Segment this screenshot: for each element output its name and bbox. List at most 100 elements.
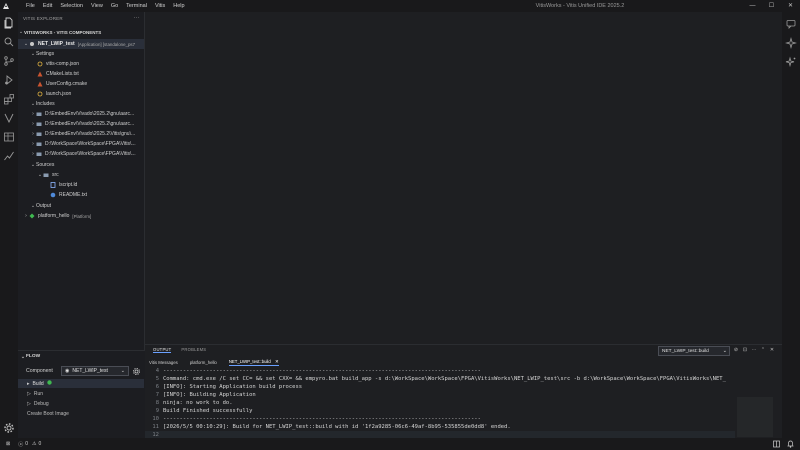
flow-boot-image[interactable]: Create Boot Image: [18, 409, 144, 418]
maximize-button[interactable]: ☐: [762, 0, 781, 12]
tree-include[interactable]: › D:\WorkSpace\WorkSpace\FPGA\Vitis\...: [18, 139, 144, 149]
log-line: 12: [145, 431, 735, 438]
tree-file[interactable]: UserConfig.cmake: [18, 79, 144, 89]
error-count: 0: [25, 441, 28, 447]
explorer-header: VITIS EXPLORER ···: [18, 12, 144, 24]
sparkle-icon[interactable]: [785, 37, 797, 49]
line-text: Command: cmd.exe /C set CC= && set CXX= …: [163, 375, 726, 382]
json-file-icon: [37, 91, 43, 97]
output-log: 4 ---------------------------------------…: [145, 367, 735, 438]
flow-title: FLOW: [26, 354, 41, 359]
section-header[interactable]: ⌄ VITISWORKS - VITIS COMPONENTS: [18, 27, 144, 37]
chat-icon[interactable]: [785, 18, 797, 30]
tree-sources[interactable]: ⌄ Sources: [18, 160, 144, 170]
log-line: 6 [INFO]: Starting Application build proc…: [145, 383, 735, 390]
menu-view[interactable]: View: [87, 0, 107, 12]
flow-item-label: Debug: [33, 400, 49, 407]
component-settings-icon[interactable]: [132, 367, 141, 376]
search-icon[interactable]: [3, 36, 15, 48]
close-button[interactable]: ✕: [781, 0, 800, 12]
line-text: ninja: no work to do.: [163, 399, 233, 406]
close-panel-icon[interactable]: ✕: [769, 347, 775, 354]
tree-file[interactable]: lscript.ld: [18, 180, 144, 190]
notifications-bell-icon[interactable]: [787, 440, 794, 450]
folder-icon: [36, 111, 42, 117]
menu-file[interactable]: File: [22, 0, 39, 12]
tree-include[interactable]: › D:\EmbedEnv\Vivado\2025.2\gnu\aarc...: [18, 109, 144, 119]
maximize-panel-icon[interactable]: ⌃: [760, 347, 766, 354]
component-name: NET_LWIP_test: [38, 41, 75, 47]
file-label: UserConfig.cmake: [46, 81, 88, 87]
minimap[interactable]: [737, 397, 773, 437]
flow-run[interactable]: ▷ Run: [18, 389, 144, 398]
problems-indicator[interactable]: ⓧ 0 ⚠ 0: [18, 441, 41, 448]
build-success-icon: [46, 380, 52, 387]
clear-output-icon[interactable]: ⊘: [733, 347, 739, 354]
extensions-icon[interactable]: [3, 93, 15, 105]
close-icon[interactable]: ✕: [275, 359, 279, 364]
include-path: D:\WorkSpace\WorkSpace\FPGA\Vitis\...: [45, 141, 136, 147]
platform-type: [Platform]: [72, 213, 92, 219]
tree-component[interactable]: ⌄ NET_LWIP_test [Application] [standalon…: [18, 39, 144, 49]
subtab-platform-hello[interactable]: platform_hello: [190, 360, 217, 365]
flow-build[interactable]: ▸ Build: [18, 379, 144, 388]
tab-output[interactable]: OUTPUT: [153, 347, 172, 353]
output-channel-dropdown[interactable]: NET_LWIP_test::build ⌄: [658, 346, 730, 356]
subtab-label: NET_LWIP_test::build: [228, 359, 271, 364]
activity-bar: [0, 12, 18, 438]
menu-vitis[interactable]: Vitis: [151, 0, 169, 12]
tree-include[interactable]: › D:\WorkSpace\WorkSpace\FPGA\Vitis\...: [18, 149, 144, 159]
tree-file[interactable]: README.txt: [18, 190, 144, 200]
analysis-icon[interactable]: [3, 150, 15, 162]
tab-problems[interactable]: PROBLEMS: [181, 347, 206, 352]
tree-include[interactable]: › D:\EmbedEnv\Vivado\2025.2\Vitis\gnu\..…: [18, 129, 144, 139]
run-debug-icon[interactable]: [3, 74, 15, 86]
include-path: D:\EmbedEnv\Vivado\2025.2\gnu\aarc...: [45, 121, 135, 127]
minimize-button[interactable]: —: [743, 0, 762, 12]
remote-icon[interactable]: ⊠: [6, 441, 10, 447]
chevron-down-icon: ⌄: [120, 368, 125, 374]
table-icon[interactable]: [3, 131, 15, 143]
menu-help[interactable]: Help: [169, 0, 188, 12]
tree-file[interactable]: vitis-comp.json: [18, 59, 144, 69]
file-label: README.txt: [59, 192, 88, 198]
subtab-vitis-messages[interactable]: Vitis Messages: [149, 360, 178, 365]
settings-gear-icon[interactable]: [3, 422, 15, 434]
tree-output[interactable]: ⌄ Output: [18, 201, 144, 211]
flow-header[interactable]: ⌄ FLOW: [18, 351, 145, 362]
tree-settings[interactable]: ⌄ Settings: [18, 49, 144, 59]
more-actions-icon[interactable]: ⋯: [751, 347, 757, 354]
component-dropdown[interactable]: ◉ NET_LWIP_test ⌄: [61, 366, 129, 376]
warning-count: 0: [38, 441, 42, 447]
menu-terminal[interactable]: Terminal: [122, 0, 151, 12]
line-text: ----------------------------------------…: [163, 367, 481, 374]
include-path: D:\WorkSpace\WorkSpace\FPGA\Vitis\...: [45, 151, 136, 157]
file-label: lscript.ld: [59, 182, 78, 188]
tree-src-folder[interactable]: ⌄ src: [18, 170, 144, 180]
explorer-files-icon[interactable]: [3, 17, 15, 29]
layout-icon[interactable]: [773, 440, 780, 450]
source-control-icon[interactable]: [3, 55, 15, 67]
tree-file[interactable]: CMakeLists.txt: [18, 69, 144, 79]
tree-platform[interactable]: › platform_hello [Platform]: [18, 211, 144, 221]
output-subtabs: Vitis Messages platform_hello NET_LWIP_t…: [145, 358, 782, 367]
component-selector-row: Component ◉ NET_LWIP_test ⌄: [26, 365, 141, 377]
json-file-icon: [37, 61, 43, 67]
tree-includes[interactable]: ⌄ Includes: [18, 99, 144, 109]
more-actions-icon[interactable]: ···: [133, 15, 140, 21]
component-label: Component: [26, 368, 53, 374]
output-channel-value: NET_LWIP_test::build: [662, 348, 709, 354]
menu-go[interactable]: Go: [107, 0, 122, 12]
tree-file[interactable]: launch.json: [18, 89, 144, 99]
tree-include[interactable]: › D:\EmbedEnv\Vivado\2025.2\gnu\aarc...: [18, 119, 144, 129]
flow-debug[interactable]: ▷ Debug: [18, 399, 144, 408]
menu-edit[interactable]: Edit: [39, 0, 56, 12]
lock-scroll-icon[interactable]: ⊡: [742, 347, 748, 354]
line-text: [2026/5/5 00:10:29]: Build for NET_LWIP_…: [163, 423, 511, 430]
sparkles-icon[interactable]: [785, 56, 797, 68]
subtab-net-lwip-build[interactable]: NET_LWIP_test::build ✕: [228, 359, 279, 366]
menu-selection[interactable]: Selection: [56, 0, 87, 12]
vitis-icon[interactable]: [3, 112, 15, 124]
src-label: src: [52, 172, 59, 178]
line-number: 10: [152, 415, 159, 422]
